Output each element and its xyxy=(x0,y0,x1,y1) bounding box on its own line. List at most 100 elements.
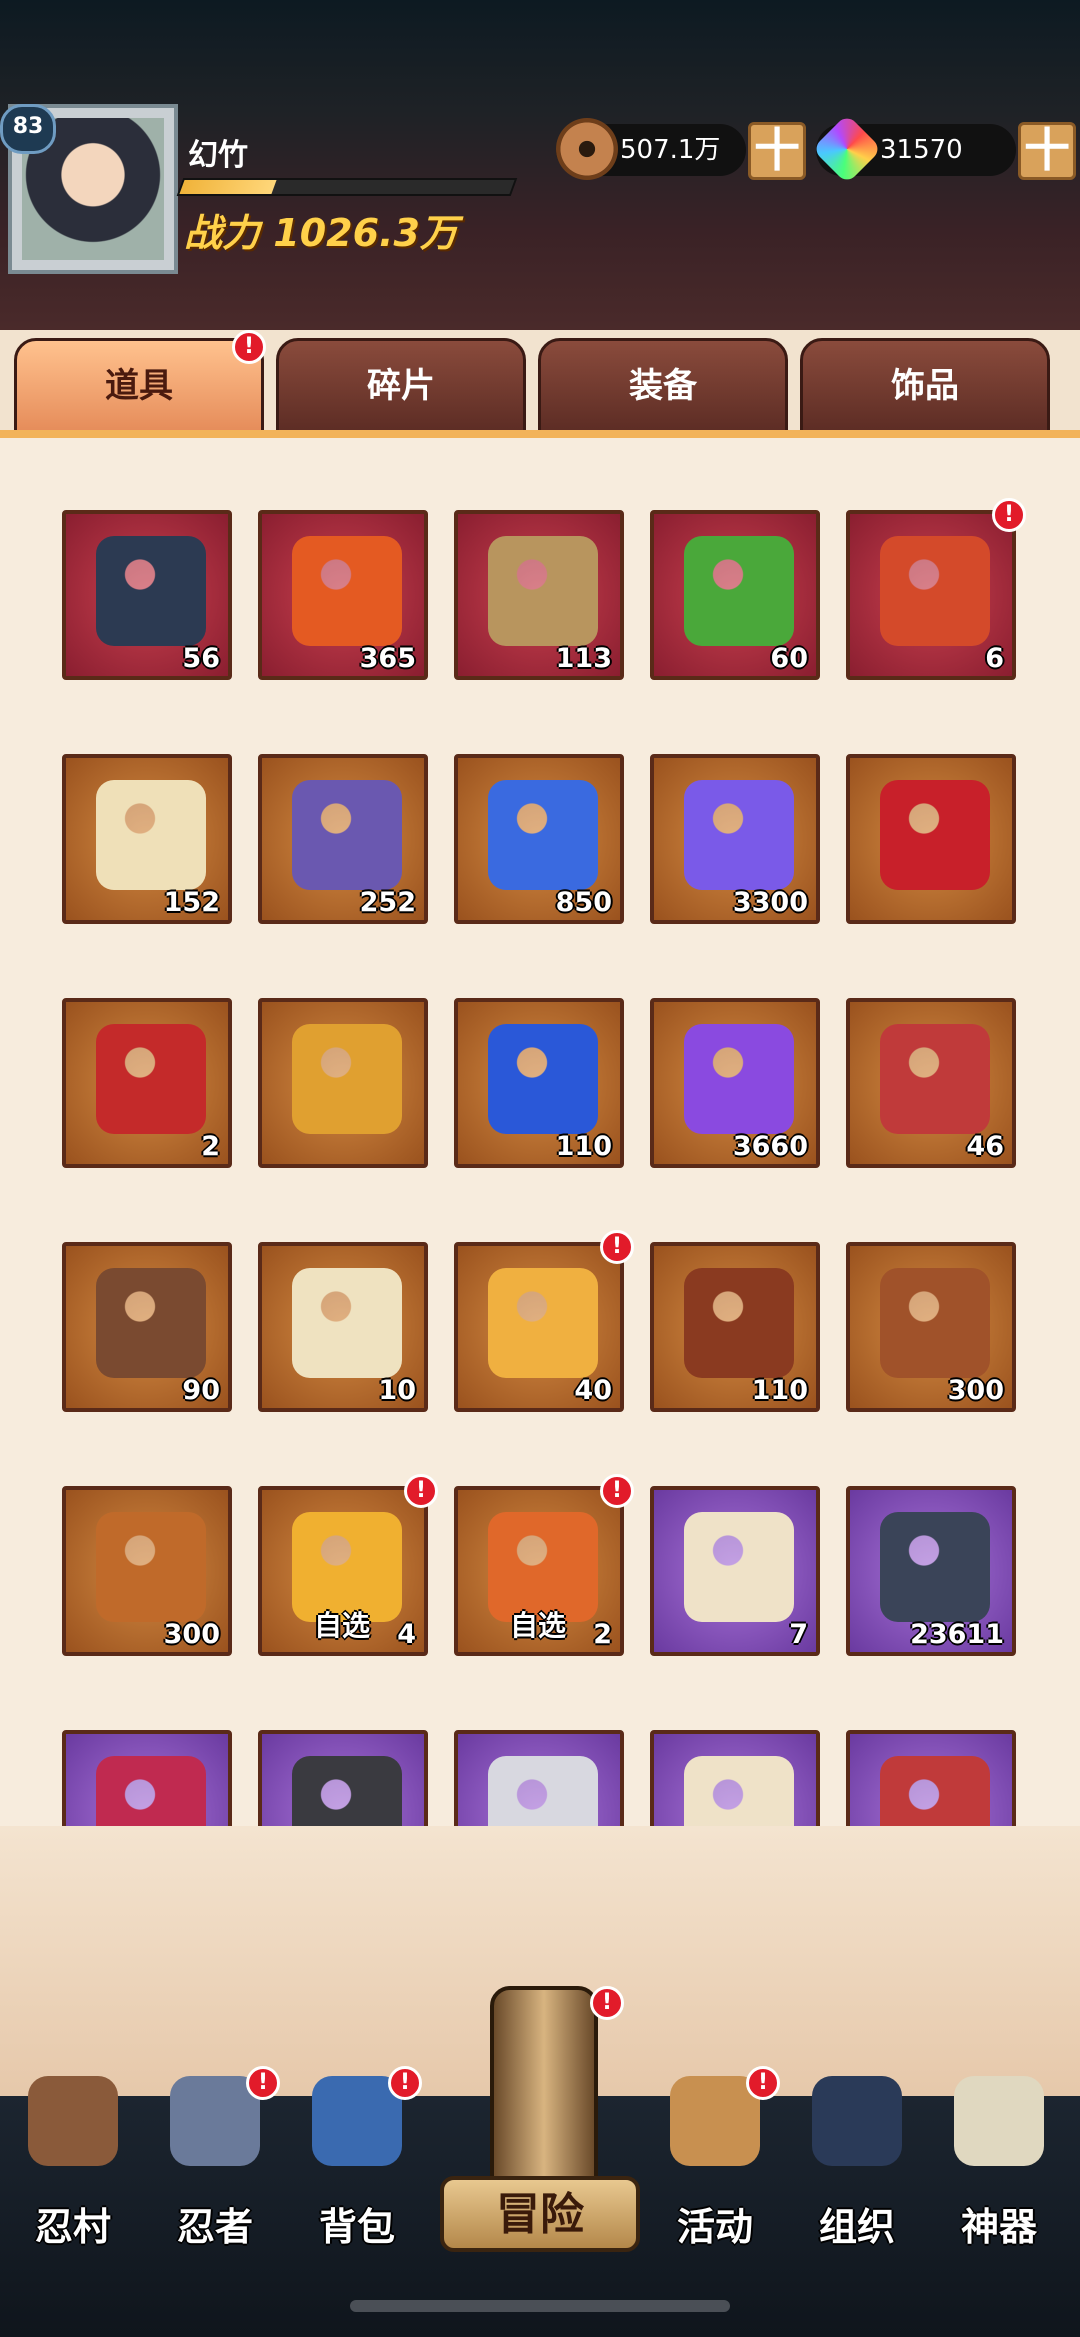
nav-item[interactable]: 忍村 xyxy=(8,2066,138,2266)
tab-label: 道具 xyxy=(105,366,173,406)
item-slot[interactable] xyxy=(258,998,428,1168)
item-count: 40 xyxy=(574,1375,612,1406)
item-slot[interactable]: 6 xyxy=(846,510,1016,680)
item-slot[interactable]: 90 xyxy=(62,1242,232,1412)
skill-book-icon xyxy=(880,1512,990,1622)
item-count: 46 xyxy=(966,1131,1004,1162)
item-count: 10 xyxy=(378,1375,416,1406)
nav-item[interactable]: 活动! xyxy=(650,2066,780,2266)
nav-label: 组织 xyxy=(818,2205,895,2249)
item-slot[interactable]: 46 xyxy=(846,998,1016,1168)
item-count: 90 xyxy=(182,1375,220,1406)
power-value: 1026.3万 xyxy=(273,211,458,255)
item-count: 152 xyxy=(163,887,220,918)
item-slot[interactable]: 300 xyxy=(62,1486,232,1656)
item-slot[interactable]: 152 xyxy=(62,754,232,924)
blue-orb-icon xyxy=(488,780,598,890)
nav-label: 忍者 xyxy=(176,2205,253,2249)
combat-power: 战力 1026.3万 xyxy=(184,202,458,257)
item-count: 23611 xyxy=(910,1619,1004,1650)
item-slot[interactable]: 10 xyxy=(258,1242,428,1412)
item-grid[interactable]: 56 365 113 60 6! 152 252 850 3300 2 110 3660 46 90 10 4… xyxy=(0,438,1080,1826)
scroll-bundle-icon xyxy=(96,536,206,646)
item-slot[interactable]: 60 xyxy=(650,510,820,680)
nav-label: 背包 xyxy=(318,2205,395,2249)
item-alert-icon: ! xyxy=(404,1474,438,1508)
item-alert-icon: ! xyxy=(992,498,1026,532)
nav-adventure-label: 冒险 xyxy=(440,2176,640,2252)
blue-scroll-icon xyxy=(684,1512,794,1622)
item-slot[interactable] xyxy=(454,1730,624,1826)
item-count: 3300 xyxy=(732,887,808,918)
purple-banner-icon xyxy=(292,780,402,890)
player-level-badge: 83 xyxy=(0,104,56,154)
item-slot[interactable]: 23611 xyxy=(846,1486,1016,1656)
item-slot[interactable]: 自选 2 xyxy=(454,1486,624,1656)
purple-crystal-icon xyxy=(684,1024,794,1134)
add-gem-button[interactable]: 十 xyxy=(1018,122,1076,180)
item-slot[interactable] xyxy=(650,1730,820,1826)
item-count: 110 xyxy=(751,1375,808,1406)
adventure-alert-icon: ! xyxy=(590,1986,624,2020)
item-slot[interactable] xyxy=(846,1730,1016,1826)
tab-underline xyxy=(0,430,1080,438)
nav-alert-icon: ! xyxy=(388,2066,422,2100)
green-amulet-icon xyxy=(684,536,794,646)
item-slot[interactable]: 113 xyxy=(454,510,624,680)
power-label: 战力 xyxy=(184,211,261,255)
flame-feather-icon xyxy=(292,536,402,646)
item-count: 7 xyxy=(789,1619,808,1650)
item-slot[interactable]: 300 xyxy=(846,1242,1016,1412)
paper-stack-icon xyxy=(684,1756,794,1826)
item-slot[interactable]: 自选 4 xyxy=(258,1486,428,1656)
tab-label: 碎片 xyxy=(367,366,435,406)
kunai-whirl-icon xyxy=(684,1268,794,1378)
nav-item[interactable]: 背包! xyxy=(292,2066,422,2266)
item-choose-tag: 自选 xyxy=(510,1609,567,1642)
add-copper-button[interactable]: 十 xyxy=(748,122,806,180)
nav-item[interactable]: 组织 xyxy=(792,2066,922,2266)
item-slot[interactable]: 2 xyxy=(62,998,232,1168)
tab-fragments[interactable]: 碎片 xyxy=(276,338,526,436)
nav-item[interactable]: 忍者! xyxy=(150,2066,280,2266)
item-slot[interactable]: 3300 xyxy=(650,754,820,924)
nav-item[interactable]: 神器 xyxy=(934,2066,1064,2266)
item-slot[interactable]: 3660 xyxy=(650,998,820,1168)
nav-adventure[interactable]: 冒险 ! xyxy=(440,1986,640,2306)
item-slot[interactable]: 110 xyxy=(650,1242,820,1412)
tab-equipment[interactable]: 装备 xyxy=(538,338,788,436)
item-count: 56 xyxy=(182,643,220,674)
item-slot[interactable]: 7 xyxy=(650,1486,820,1656)
item-slot[interactable]: 365 xyxy=(258,510,428,680)
item-count: 60 xyxy=(770,643,808,674)
bronze-key-icon xyxy=(96,1268,206,1378)
item-slot[interactable]: 252 xyxy=(258,754,428,924)
item-count: 2 xyxy=(593,1619,612,1650)
rope-whirl-icon xyxy=(880,1268,990,1378)
item-count: 300 xyxy=(163,1619,220,1650)
red-eye-stone-icon xyxy=(96,1024,206,1134)
item-count: 252 xyxy=(359,887,416,918)
rainbow-gem-icon xyxy=(811,113,883,185)
copper-value: 507.1万 xyxy=(620,135,721,165)
item-count: 2 xyxy=(201,1131,220,1162)
item-slot[interactable]: 40 xyxy=(454,1242,624,1412)
item-slot[interactable]: 850 xyxy=(454,754,624,924)
tab-items-alert-icon: ! xyxy=(232,330,266,364)
cardboard-box-icon xyxy=(488,1268,598,1378)
ninja-scroll-icon xyxy=(96,780,206,890)
tab-accessories[interactable]: 饰品 xyxy=(800,338,1050,436)
item-count: 113 xyxy=(555,643,612,674)
nav-label: 活动 xyxy=(676,2205,753,2249)
home-indicator[interactable] xyxy=(350,2300,730,2312)
item-slot[interactable] xyxy=(62,1730,232,1826)
wooden-stick-icon xyxy=(488,536,598,646)
purple-orb-icon xyxy=(684,780,794,890)
team-icon xyxy=(812,2076,902,2166)
item-slot[interactable]: 110 xyxy=(454,998,624,1168)
exp-bar xyxy=(176,178,518,196)
item-slot[interactable]: 56 xyxy=(62,510,232,680)
tab-items[interactable]: 道具 xyxy=(14,338,264,436)
item-slot[interactable] xyxy=(846,754,1016,924)
item-slot[interactable] xyxy=(258,1730,428,1826)
